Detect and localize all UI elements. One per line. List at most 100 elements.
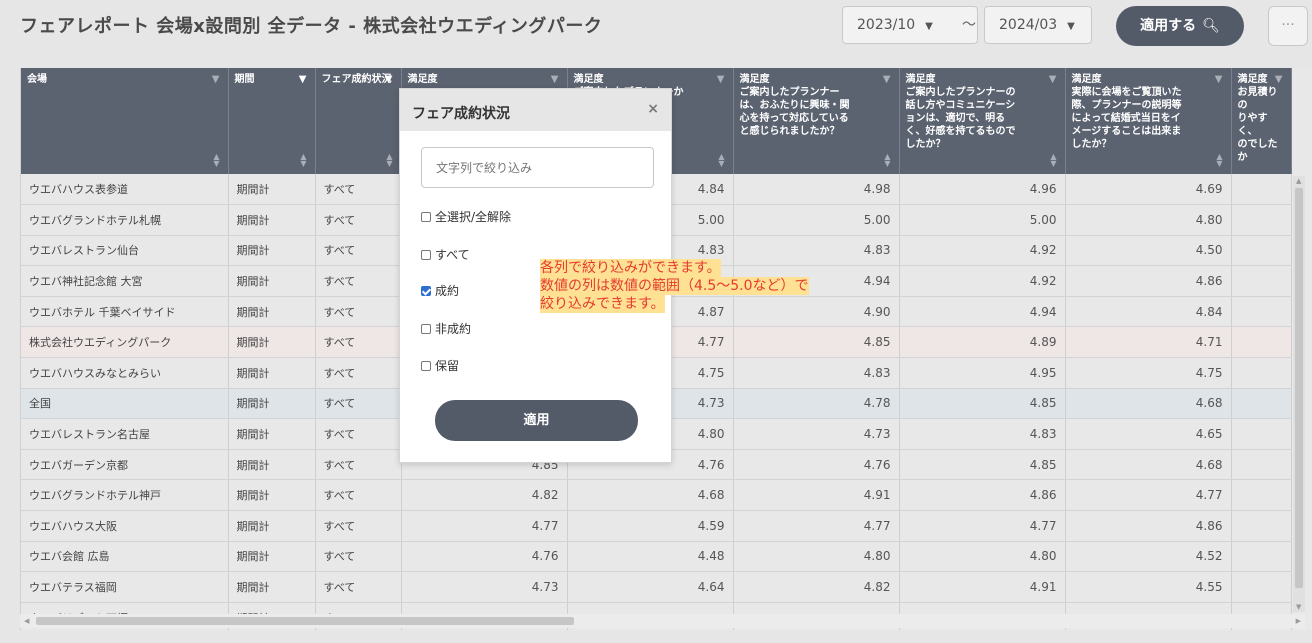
sort-icon[interactable]: ▲▼ (884, 153, 890, 168)
table-cell: すべて (315, 265, 402, 297)
filter-icon[interactable]: ▼ (551, 73, 559, 86)
scroll-left-icon[interactable]: ◀ (24, 617, 29, 625)
table-cell: 4.80 (733, 541, 900, 573)
page-title: フェアレポート 会場x設問別 全データ - 株式会社ウエディングパーク (20, 16, 603, 37)
table-cell: 4.80 (1065, 204, 1232, 236)
table-cell: 期間計 (228, 357, 316, 389)
table-cell: 4.69 (1065, 174, 1232, 206)
column-header[interactable]: 会場 ▼ ▲ ▼ (21, 68, 229, 174)
table-cell: 4.77 (1065, 479, 1232, 512)
filter-option-label: 非成約 (435, 322, 472, 336)
filter-icon[interactable]: ▼ (717, 73, 725, 86)
chevron-down-icon: ▼ (925, 21, 933, 32)
table-cell: 期間計 (228, 326, 316, 359)
table-cell: 4.80 (899, 541, 1066, 573)
table-cell: 4.85 (899, 449, 1066, 481)
table-cell: 4.68 (567, 479, 734, 512)
apply-filter-button[interactable]: 適用する 🔍︎ (1116, 6, 1244, 46)
table-cell: すべて (315, 541, 402, 573)
table-cell: 4.48 (567, 541, 734, 573)
table-cell: ウエバハウスみなとみらい (21, 357, 229, 389)
annotation-line-1: 各列で絞り込みができます。 (540, 259, 721, 277)
table-cell (1231, 541, 1292, 573)
vertical-scrollbar[interactable]: ▲ ▼ (1293, 176, 1305, 612)
column-header-label: 満足度 (407, 74, 438, 85)
column-header[interactable]: 満足度 ご案内したプランナー は、おふたりに興味・関 心を持って対応している と… (733, 68, 900, 174)
table-cell: 4.84 (1065, 296, 1232, 328)
horizontal-scrollbar[interactable]: ◀ ▶ (20, 614, 1305, 628)
column-header-label: 満足度 ご案内したプランナーの 話し方やコミュニケーシ ョンは、適切で、明る く… (905, 74, 1016, 150)
scroll-right-icon[interactable]: ▶ (1296, 617, 1301, 625)
table-row[interactable]: ウエバ会館 広島 期間計 すべて 4.76 4.48 4.80 4.80 4.52 (21, 541, 1292, 573)
column-header[interactable]: 満足度 お見積りの りやすく、 のでしたか ▼ (1231, 68, 1292, 174)
filter-apply-button[interactable]: 適用 (435, 400, 638, 441)
end-month-select[interactable]: 2024/03 ▼ (984, 6, 1092, 44)
scroll-down-icon[interactable]: ▼ (1296, 603, 1301, 611)
filter-icon[interactable]: ▼ (883, 73, 891, 86)
column-header[interactable]: フェア成約状況 ▼ ▲ ▼ (315, 68, 402, 174)
table-row[interactable]: ウエバテラス福岡 期間計 すべて 4.73 4.64 4.82 4.91 4.55 (21, 571, 1292, 603)
table-cell: 4.98 (733, 174, 900, 206)
sort-icon[interactable]: ▲▼ (386, 153, 392, 168)
filter-icon[interactable]: ▼ (212, 73, 220, 86)
table-cell: ウエバレストラン仙台 (21, 235, 229, 267)
table-cell: すべて (315, 204, 402, 236)
filter-option[interactable]: 全選択/全解除 (421, 208, 511, 225)
filter-option[interactable]: 保留 (421, 357, 459, 374)
filter-icon[interactable]: ▼ (299, 73, 307, 86)
table-row[interactable]: ウエバハウス大阪 期間計 すべて 4.77 4.59 4.77 4.77 4.86 (21, 510, 1292, 542)
table-cell: 4.77 (733, 510, 900, 542)
filter-option[interactable]: 非成約 (421, 320, 471, 337)
table-cell: 4.65 (1065, 418, 1232, 450)
filter-search-input[interactable] (421, 147, 654, 188)
checkbox[interactable] (421, 250, 431, 260)
header: フェアレポート 会場x設問別 全データ - 株式会社ウエディングパーク 2023… (0, 0, 1312, 58)
filter-option-label: 保留 (435, 359, 460, 373)
sort-icon[interactable]: ▲▼ (718, 153, 724, 168)
scroll-up-icon[interactable]: ▲ (1296, 177, 1301, 185)
table-cell: ウエバハウス大阪 (21, 510, 229, 542)
table-cell: すべて (315, 449, 402, 481)
table-cell: 5.00 (899, 204, 1066, 236)
filter-icon[interactable]: ▼ (1215, 73, 1223, 86)
horizontal-scroll-thumb[interactable] (36, 617, 574, 625)
column-header[interactable]: 満足度 実際に会場をご覧頂いた 際、プランナーの説明等 によって結婚式当日をイ … (1065, 68, 1232, 174)
filter-icon[interactable]: ▼ (1049, 73, 1057, 86)
table-cell: 4.94 (899, 296, 1066, 328)
table-cell: ウエバガーデン京都 (21, 449, 229, 481)
filter-option-label: 全選択/全解除 (435, 210, 512, 224)
column-header[interactable]: 期間 ▼ ▲ ▼ (228, 68, 316, 174)
table-row[interactable]: ウエバグランドホテル神戸 期間計 すべて 4.82 4.68 4.91 4.86 4.77 (21, 479, 1292, 512)
filter-icon[interactable]: ▼ (1275, 73, 1283, 86)
more-options-button[interactable]: ··· (1268, 6, 1308, 46)
table-cell: 4.59 (567, 510, 734, 542)
table-cell: ウエバホテル 千葉ベイサイド (21, 296, 229, 328)
checkbox[interactable] (421, 286, 431, 296)
filter-option[interactable]: すべて (421, 246, 470, 263)
table-cell: 期間計 (228, 479, 316, 512)
sort-icon[interactable]: ▲▼ (300, 153, 306, 168)
sort-icon[interactable]: ▲▼ (1050, 153, 1056, 168)
filter-option[interactable]: 成約 (421, 282, 459, 299)
start-month-select[interactable]: 2023/10 ▼ (842, 6, 978, 44)
table-cell: すべて (315, 571, 402, 603)
table-cell: 4.77 (401, 510, 568, 542)
table-cell (1231, 418, 1292, 450)
checkbox[interactable] (421, 361, 431, 371)
sort-icon[interactable]: ▲▼ (1216, 153, 1222, 168)
table-cell (1231, 174, 1292, 206)
table-cell: 期間計 (228, 510, 316, 542)
sort-icon[interactable]: ▲▼ (213, 153, 219, 168)
checkbox[interactable] (421, 324, 431, 334)
close-icon[interactable]: × (647, 101, 659, 117)
filter-popup-title: フェア成約状況 (412, 106, 510, 122)
column-header-label: フェア成約状況 (321, 74, 392, 85)
table-cell: 期間計 (228, 265, 316, 297)
table-cell: 4.83 (899, 418, 1066, 450)
table-cell: 期間計 (228, 174, 316, 206)
filter-icon[interactable]: ▼ (385, 73, 393, 86)
checkbox[interactable] (421, 212, 431, 222)
column-header[interactable]: 満足度 ご案内したプランナーの 話し方やコミュニケーシ ョンは、適切で、明る く… (899, 68, 1066, 174)
vertical-scroll-thumb[interactable] (1295, 188, 1303, 588)
table-cell: 4.85 (899, 388, 1066, 420)
